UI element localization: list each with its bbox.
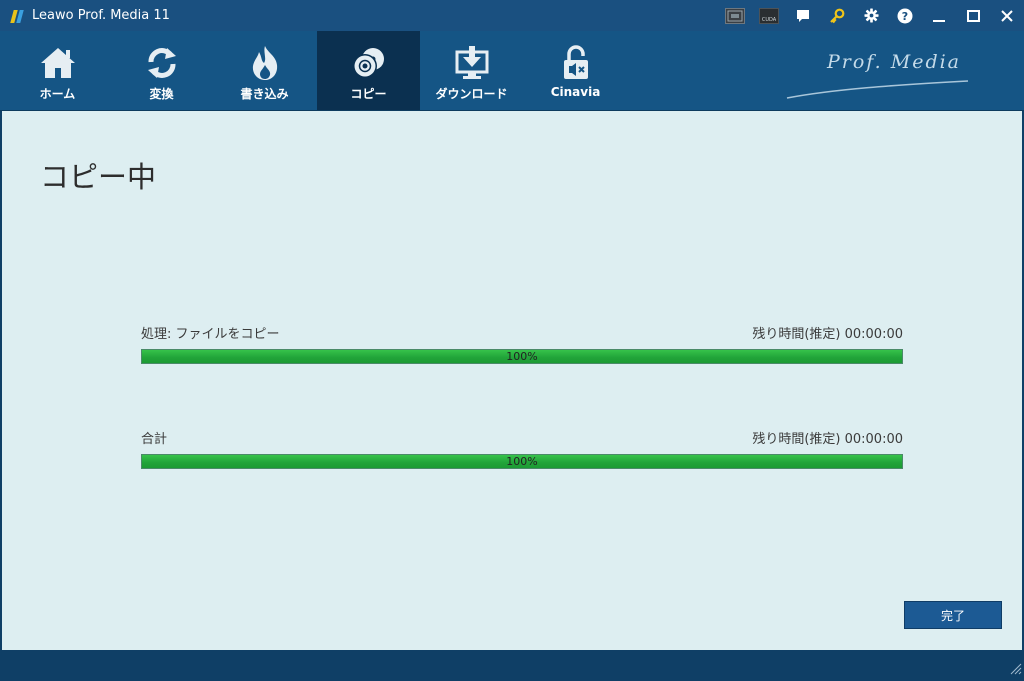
process-progress-bar: 100% [141,349,903,364]
copy-progress-panel: コピー中 処理: ファイルをコピー 残り時間(推定) 00:00:00 100%… [2,111,1022,650]
brand-logo: Prof. Media [785,47,970,103]
total-progress-text: 100% [506,455,538,468]
svg-text:?: ? [902,10,908,23]
burn-icon [248,45,282,81]
cinavia-icon [560,45,592,81]
brand-text: Prof. Media [827,51,962,73]
total-label: 合計 [141,432,168,447]
gear-icon[interactable] [854,0,888,31]
cuda-label: CUDA [759,7,779,24]
total-progress-bar: 100% [141,454,903,469]
gpu-acceleration-icon[interactable] [718,0,752,31]
process-remaining-time: 残り時間(推定) 00:00:00 [752,327,903,342]
title-bar-controls: CUDA ? [718,0,1024,31]
app-logo-icon [10,8,26,24]
copy-disc-icon [351,45,387,81]
maximize-icon[interactable] [956,0,990,31]
tab-burn-label: 書き込み [240,87,289,101]
help-icon[interactable]: ? [888,0,922,31]
app-title: Leawo Prof. Media 11 [32,8,170,23]
key-icon[interactable] [820,0,854,31]
title-bar: Leawo Prof. Media 11 CUDA ? [0,0,1024,31]
close-icon[interactable] [990,0,1024,31]
done-button[interactable]: 完了 [904,601,1002,629]
page-title: コピー中 [40,160,157,194]
main-nav: ホーム 変換 書き込み コピー ダウンロード Cinavia Prof. Med… [0,31,1024,111]
minimize-icon[interactable] [922,0,956,31]
tab-copy-label: コピー [350,87,387,101]
tab-cinavia-label: Cinavia [550,85,601,99]
tab-home-label: ホーム [39,87,76,101]
total-remaining-time: 残り時間(推定) 00:00:00 [752,432,903,447]
tab-download[interactable]: ダウンロード [420,31,523,110]
download-icon [454,45,490,81]
resize-grip-icon[interactable] [1010,660,1022,679]
tab-convert[interactable]: 変換 [110,31,213,110]
cuda-icon[interactable]: CUDA [752,0,786,31]
convert-icon [145,45,179,81]
home-icon [39,45,77,81]
tab-convert-label: 変換 [149,87,174,101]
status-bar [0,650,1024,681]
chat-icon[interactable] [786,0,820,31]
tab-download-label: ダウンロード [435,87,508,101]
process-label: 処理: ファイルをコピー [141,327,280,342]
tab-burn[interactable]: 書き込み [213,31,316,110]
tab-copy[interactable]: コピー [317,31,420,110]
tab-home[interactable]: ホーム [6,31,109,110]
tab-cinavia[interactable]: Cinavia [524,31,627,110]
process-progress-text: 100% [506,350,538,363]
